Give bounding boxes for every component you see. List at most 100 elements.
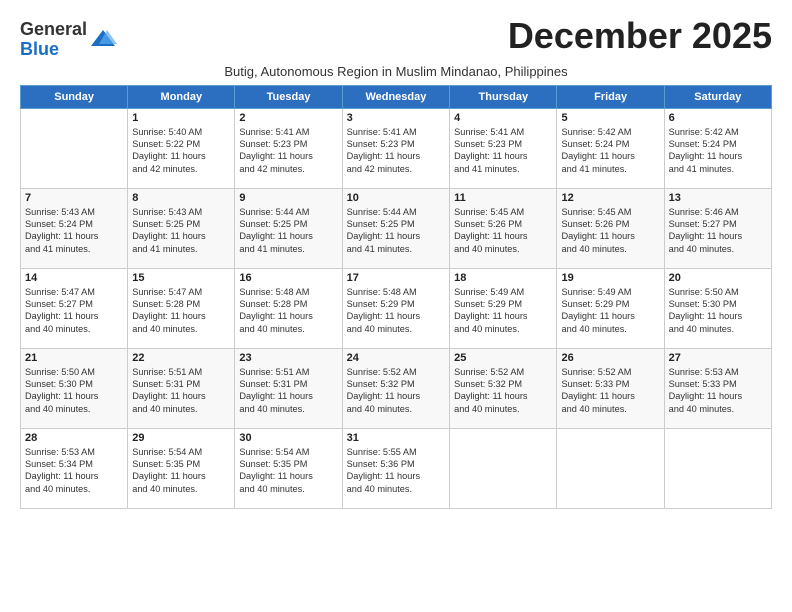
calendar-cell: 5 Sunrise: 5:42 AM Sunset: 5:24 PM Daylig… <box>557 108 664 188</box>
day-info: Sunrise: 5:44 AM Sunset: 5:25 PM Dayligh… <box>347 206 445 256</box>
day-info: Sunrise: 5:50 AM Sunset: 5:30 PM Dayligh… <box>669 286 767 336</box>
day-number: 1 <box>132 112 230 124</box>
col-wednesday: Wednesday <box>342 85 449 108</box>
calendar-cell: 26Sunrise: 5:52 AM Sunset: 5:33 PM Dayli… <box>557 348 664 428</box>
title-block: December 2025 <box>508 16 772 56</box>
page: General Blue December 2025 Butig, Autono… <box>0 0 792 612</box>
day-number: 4 <box>454 112 552 124</box>
calendar-header-row: Sunday Monday Tuesday Wednesday Thursday… <box>21 85 772 108</box>
col-saturday: Saturday <box>664 85 771 108</box>
day-number: 27 <box>669 352 767 364</box>
calendar-cell: 3Sunrise: 5:41 AM Sunset: 5:23 PM Daylig… <box>342 108 449 188</box>
logo: General Blue <box>20 20 117 60</box>
day-number: 28 <box>25 432 123 444</box>
day-info: Sunrise: 5:43 AM Sunset: 5:25 PM Dayligh… <box>132 206 230 256</box>
calendar-cell <box>664 428 771 508</box>
day-info: Sunrise: 5:51 AM Sunset: 5:31 PM Dayligh… <box>239 366 337 416</box>
day-number: 20 <box>669 272 767 284</box>
calendar-cell: 18 Sunrise: 5:49 AM Sunset: 5:29 PM Dayli… <box>450 268 557 348</box>
day-info: Sunrise: 5:53 AM Sunset: 5:34 PM Dayligh… <box>25 446 123 496</box>
day-number: 16 <box>239 272 337 284</box>
day-info: Sunrise: 5:41 AM Sunset: 5:23 PM Dayligh… <box>454 126 552 176</box>
col-tuesday: Tuesday <box>235 85 342 108</box>
calendar-cell: 9 Sunrise: 5:44 AM Sunset: 5:25 PM Daylig… <box>235 188 342 268</box>
calendar-cell: 10Sunrise: 5:44 AM Sunset: 5:25 PM Dayli… <box>342 188 449 268</box>
calendar-week-3: 21Sunrise: 5:50 AM Sunset: 5:30 PM Dayli… <box>21 348 772 428</box>
day-number: 23 <box>239 352 337 364</box>
day-info: Sunrise: 5:52 AM Sunset: 5:32 PM Dayligh… <box>347 366 445 416</box>
day-number: 6 <box>669 112 767 124</box>
calendar-cell: 27 Sunrise: 5:53 AM Sunset: 5:33 PM Dayli… <box>664 348 771 428</box>
day-info: Sunrise: 5:41 AM Sunset: 5:23 PM Dayligh… <box>239 126 337 176</box>
day-number: 15 <box>132 272 230 284</box>
day-info: Sunrise: 5:44 AM Sunset: 5:25 PM Dayligh… <box>239 206 337 256</box>
day-info: Sunrise: 5:55 AM Sunset: 5:36 PM Dayligh… <box>347 446 445 496</box>
day-number: 29 <box>132 432 230 444</box>
calendar-week-2: 14Sunrise: 5:47 AM Sunset: 5:27 PM Dayli… <box>21 268 772 348</box>
calendar-cell: 24Sunrise: 5:52 AM Sunset: 5:32 PM Dayli… <box>342 348 449 428</box>
day-number: 18 <box>454 272 552 284</box>
calendar-cell: 6 Sunrise: 5:42 AM Sunset: 5:24 PM Daylig… <box>664 108 771 188</box>
calendar-cell: 23 Sunrise: 5:51 AM Sunset: 5:31 PM Dayli… <box>235 348 342 428</box>
day-number: 7 <box>25 192 123 204</box>
calendar-cell: 8 Sunrise: 5:43 AM Sunset: 5:25 PM Daylig… <box>128 188 235 268</box>
day-number: 9 <box>239 192 337 204</box>
day-info: Sunrise: 5:47 AM Sunset: 5:28 PM Dayligh… <box>132 286 230 336</box>
calendar-cell: 30 Sunrise: 5:54 AM Sunset: 5:35 PM Dayli… <box>235 428 342 508</box>
calendar-week-1: 7 Sunrise: 5:43 AM Sunset: 5:24 PM Daylig… <box>21 188 772 268</box>
calendar-cell: 15 Sunrise: 5:47 AM Sunset: 5:28 PM Dayli… <box>128 268 235 348</box>
calendar-cell: 1 Sunrise: 5:40 AM Sunset: 5:22 PM Daylig… <box>128 108 235 188</box>
day-number: 8 <box>132 192 230 204</box>
calendar-cell: 17Sunrise: 5:48 AM Sunset: 5:29 PM Dayli… <box>342 268 449 348</box>
day-number: 22 <box>132 352 230 364</box>
col-friday: Friday <box>557 85 664 108</box>
calendar: Sunday Monday Tuesday Wednesday Thursday… <box>20 85 772 509</box>
day-info: Sunrise: 5:46 AM Sunset: 5:27 PM Dayligh… <box>669 206 767 256</box>
day-info: Sunrise: 5:45 AM Sunset: 5:26 PM Dayligh… <box>454 206 552 256</box>
calendar-week-4: 28 Sunrise: 5:53 AM Sunset: 5:34 PM Dayli… <box>21 428 772 508</box>
calendar-cell: 2Sunrise: 5:41 AM Sunset: 5:23 PM Daylig… <box>235 108 342 188</box>
calendar-cell: 20 Sunrise: 5:50 AM Sunset: 5:30 PM Dayli… <box>664 268 771 348</box>
calendar-cell: 16Sunrise: 5:48 AM Sunset: 5:28 PM Dayli… <box>235 268 342 348</box>
calendar-cell: 25 Sunrise: 5:52 AM Sunset: 5:32 PM Dayli… <box>450 348 557 428</box>
day-number: 30 <box>239 432 337 444</box>
day-number: 17 <box>347 272 445 284</box>
logo-icon <box>89 26 117 54</box>
day-info: Sunrise: 5:42 AM Sunset: 5:24 PM Dayligh… <box>561 126 659 176</box>
header: General Blue December 2025 <box>20 16 772 60</box>
col-sunday: Sunday <box>21 85 128 108</box>
col-monday: Monday <box>128 85 235 108</box>
calendar-cell <box>21 108 128 188</box>
calendar-cell: 14Sunrise: 5:47 AM Sunset: 5:27 PM Dayli… <box>21 268 128 348</box>
day-number: 5 <box>561 112 659 124</box>
calendar-cell: 19Sunrise: 5:49 AM Sunset: 5:29 PM Dayli… <box>557 268 664 348</box>
day-info: Sunrise: 5:52 AM Sunset: 5:32 PM Dayligh… <box>454 366 552 416</box>
col-thursday: Thursday <box>450 85 557 108</box>
month-title: December 2025 <box>508 16 772 56</box>
day-number: 19 <box>561 272 659 284</box>
day-info: Sunrise: 5:53 AM Sunset: 5:33 PM Dayligh… <box>669 366 767 416</box>
day-info: Sunrise: 5:54 AM Sunset: 5:35 PM Dayligh… <box>239 446 337 496</box>
day-info: Sunrise: 5:43 AM Sunset: 5:24 PM Dayligh… <box>25 206 123 256</box>
day-info: Sunrise: 5:41 AM Sunset: 5:23 PM Dayligh… <box>347 126 445 176</box>
day-number: 11 <box>454 192 552 204</box>
calendar-cell: 12Sunrise: 5:45 AM Sunset: 5:26 PM Dayli… <box>557 188 664 268</box>
day-number: 25 <box>454 352 552 364</box>
day-info: Sunrise: 5:42 AM Sunset: 5:24 PM Dayligh… <box>669 126 767 176</box>
calendar-cell <box>557 428 664 508</box>
day-number: 13 <box>669 192 767 204</box>
calendar-cell: 21Sunrise: 5:50 AM Sunset: 5:30 PM Dayli… <box>21 348 128 428</box>
day-info: Sunrise: 5:40 AM Sunset: 5:22 PM Dayligh… <box>132 126 230 176</box>
day-info: Sunrise: 5:54 AM Sunset: 5:35 PM Dayligh… <box>132 446 230 496</box>
day-info: Sunrise: 5:45 AM Sunset: 5:26 PM Dayligh… <box>561 206 659 256</box>
day-info: Sunrise: 5:49 AM Sunset: 5:29 PM Dayligh… <box>454 286 552 336</box>
calendar-cell: 31 Sunrise: 5:55 AM Sunset: 5:36 PM Dayli… <box>342 428 449 508</box>
calendar-cell: 11 Sunrise: 5:45 AM Sunset: 5:26 PM Dayli… <box>450 188 557 268</box>
logo-general: General <box>20 19 87 39</box>
day-info: Sunrise: 5:51 AM Sunset: 5:31 PM Dayligh… <box>132 366 230 416</box>
calendar-cell: 22 Sunrise: 5:51 AM Sunset: 5:31 PM Dayli… <box>128 348 235 428</box>
logo-blue: Blue <box>20 39 59 59</box>
day-number: 31 <box>347 432 445 444</box>
subtitle: Butig, Autonomous Region in Muslim Minda… <box>20 64 772 79</box>
calendar-cell: 13 Sunrise: 5:46 AM Sunset: 5:27 PM Dayli… <box>664 188 771 268</box>
